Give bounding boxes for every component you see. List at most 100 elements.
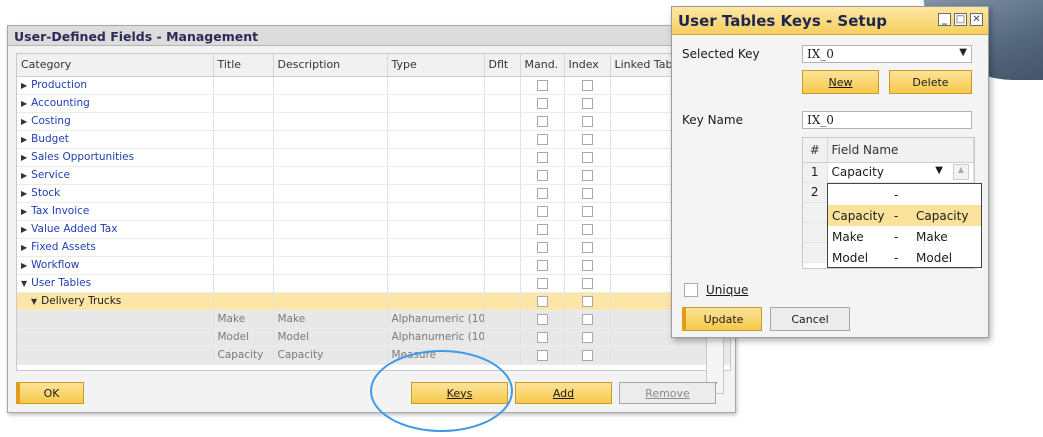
expand-arrow-icon[interactable]: ▶ [21,207,27,216]
grid-cell[interactable] [387,94,485,113]
expand-arrow-icon[interactable]: ▶ [21,225,27,234]
grid-cell[interactable] [213,274,274,293]
grid-cell[interactable] [17,346,214,365]
add-button[interactable]: Add [515,382,612,404]
key-grid-row[interactable]: 1 Capacity ▼ ▲ [803,162,974,183]
index-cell[interactable] [564,76,611,95]
index-cell[interactable] [564,274,611,293]
grid-cell[interactable] [273,220,388,239]
checkbox[interactable] [536,79,548,91]
checkbox[interactable] [536,349,548,361]
grid-cell[interactable] [17,328,214,347]
ok-button[interactable]: OK [16,382,84,404]
unique-checkbox-row[interactable]: Unique [684,283,748,297]
mand-cell[interactable] [520,202,565,221]
field-title-cell[interactable]: Make [213,310,274,329]
category-row[interactable]: ▶ Costing [17,112,730,131]
field-default-cell[interactable] [484,346,521,365]
category-cell[interactable]: ▶ Fixed Assets [17,238,214,257]
checkbox[interactable] [581,223,593,235]
expand-arrow-icon[interactable]: ▶ [21,243,27,252]
grid-cell[interactable] [273,112,388,131]
grid-cell[interactable] [484,76,521,95]
mand-cell[interactable] [520,166,565,185]
grid-cell[interactable] [273,76,388,95]
grid-cell[interactable] [387,274,485,293]
checkbox[interactable] [536,133,548,145]
index-cell[interactable] [564,148,611,167]
category-cell[interactable]: ▶ Service [17,166,214,185]
index-cell[interactable] [564,166,611,185]
grid-cell[interactable] [484,238,521,257]
grid-cell[interactable] [387,130,485,149]
grid-cell[interactable] [213,94,274,113]
grid-cell[interactable] [387,76,485,95]
col-index[interactable]: Index [564,54,611,77]
grid-cell[interactable] [387,166,485,185]
scroll-up-icon[interactable]: ▲ [953,163,969,180]
grid-cell[interactable] [213,220,274,239]
category-row[interactable]: ▶ Sales Opportunities [17,148,730,167]
checkbox[interactable] [536,151,548,163]
table-row-delivery-trucks[interactable]: ▼ Delivery Trucks [17,292,730,311]
checkbox[interactable] [536,97,548,109]
mand-cell[interactable] [520,256,565,275]
remove-button[interactable]: Remove [619,382,716,404]
checkbox[interactable] [536,115,548,127]
index-cell[interactable] [564,130,611,149]
close-icon[interactable]: ✕ [970,13,983,26]
checkbox[interactable] [581,151,593,163]
mand-cell[interactable] [520,184,565,203]
category-cell[interactable]: ▶ Costing [17,112,214,131]
grid-cell[interactable] [213,238,274,257]
checkbox[interactable] [581,277,593,289]
index-cell[interactable] [564,202,611,221]
mand-cell[interactable] [520,292,565,311]
new-key-button[interactable]: New [802,70,879,94]
grid-cell[interactable] [213,112,274,131]
grid-cell[interactable] [484,220,521,239]
checkbox[interactable] [581,79,593,91]
grid-cell[interactable] [213,148,274,167]
grid-cell[interactable] [213,166,274,185]
dropdown-option-selected[interactable]: Capacity - Capacity [828,205,981,226]
dropdown-option[interactable]: Make - Make [828,226,981,247]
grid-cell[interactable] [387,292,485,311]
checkbox[interactable] [536,259,548,271]
index-cell[interactable] [564,346,611,365]
grid-cell[interactable] [484,256,521,275]
mand-cell[interactable] [520,220,565,239]
collapse-arrow-icon[interactable]: ▼ [21,279,27,288]
grid-cell[interactable] [213,184,274,203]
grid-cell[interactable] [213,256,274,275]
category-row[interactable]: ▶ Service [17,166,730,185]
category-cell[interactable]: ▶ Production [17,76,214,95]
category-cell[interactable]: ▼ User Tables [17,274,214,293]
grid-cell[interactable] [484,112,521,131]
expand-arrow-icon[interactable]: ▶ [21,261,27,270]
checkbox[interactable] [536,331,548,343]
index-cell[interactable] [564,328,611,347]
field-default-cell[interactable] [484,310,521,329]
category-row[interactable]: ▶ Fixed Assets [17,238,730,257]
grid-cell[interactable] [387,256,485,275]
checkbox[interactable] [581,313,593,325]
grid-cell[interactable] [387,238,485,257]
index-cell[interactable] [564,256,611,275]
mand-cell[interactable] [520,112,565,131]
category-cell[interactable]: ▶ Workflow [17,256,214,275]
field-type-cell[interactable]: Measure [387,346,485,365]
field-row[interactable]: Make Make Alphanumeric (10 [17,310,730,329]
field-row[interactable]: Model Model Alphanumeric (10 [17,328,730,347]
grid-cell[interactable] [17,310,214,329]
grid-cell[interactable] [484,274,521,293]
checkbox[interactable] [581,295,593,307]
field-name-cell[interactable]: Capacity ▼ ▲ [827,162,974,183]
dropdown-option[interactable]: Model - Model [828,247,981,268]
checkbox[interactable] [536,241,548,253]
category-row[interactable]: ▶ Value Added Tax [17,220,730,239]
grid-cell[interactable] [484,202,521,221]
col-description[interactable]: Description [273,54,388,77]
update-button[interactable]: Update [682,307,762,331]
keys-button[interactable]: Keys [411,382,508,404]
